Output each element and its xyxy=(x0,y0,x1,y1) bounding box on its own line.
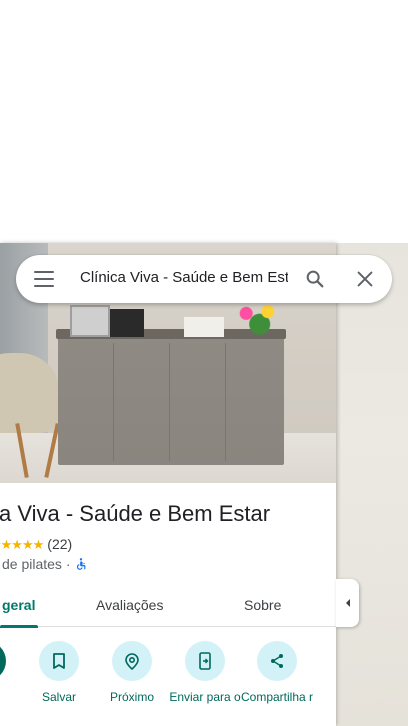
nearby-label: Próximo xyxy=(109,690,154,704)
place-category: de pilates · xyxy=(2,556,71,572)
tab-overview[interactable]: geral xyxy=(2,597,35,613)
share-label: Compartilha r xyxy=(240,690,314,704)
action-buttons: s Salvar Próximo Enviar para o Compartil… xyxy=(0,641,336,726)
save-label: Salvar xyxy=(41,690,76,704)
directions-icon xyxy=(0,641,6,681)
nearby-button[interactable]: Próximo xyxy=(94,641,170,704)
save-button[interactable]: Salvar xyxy=(21,641,97,704)
rating-count[interactable]: (22) xyxy=(47,536,72,552)
tab-about[interactable]: Sobre xyxy=(244,597,281,613)
send-to-phone-icon xyxy=(185,641,225,681)
place-panel: ca Viva - Saúde e Bem Estar ★★★★★(22) de… xyxy=(0,243,336,726)
collapse-panel-button[interactable] xyxy=(336,579,359,627)
share-icon xyxy=(257,641,297,681)
close-icon[interactable] xyxy=(354,268,376,290)
share-button[interactable]: Compartilha r xyxy=(239,641,315,704)
star-rating-icon: ★★★★★ xyxy=(0,537,44,552)
wheelchair-accessible-icon xyxy=(77,558,86,570)
rating-row[interactable]: ★★★★★(22) xyxy=(0,536,72,553)
menu-icon[interactable] xyxy=(34,271,54,287)
active-tab-indicator xyxy=(0,625,38,628)
bookmark-icon xyxy=(39,641,79,681)
send-to-phone-label: Enviar para o xyxy=(169,690,241,704)
send-to-phone-button[interactable]: Enviar para o xyxy=(167,641,243,704)
nearby-icon xyxy=(112,641,152,681)
place-title: ca Viva - Saúde e Bem Estar xyxy=(0,501,271,526)
search-bar: Clínica Viva - Saúde e Bem Estar xyxy=(16,255,392,303)
search-input[interactable]: Clínica Viva - Saúde e Bem Estar xyxy=(80,269,288,286)
chevron-left-icon xyxy=(345,599,350,607)
tab-reviews[interactable]: Avaliações xyxy=(96,597,163,613)
search-icon[interactable] xyxy=(304,268,326,290)
category-row: de pilates · xyxy=(2,556,88,572)
place-tabs: geral Avaliações Sobre xyxy=(0,587,336,628)
